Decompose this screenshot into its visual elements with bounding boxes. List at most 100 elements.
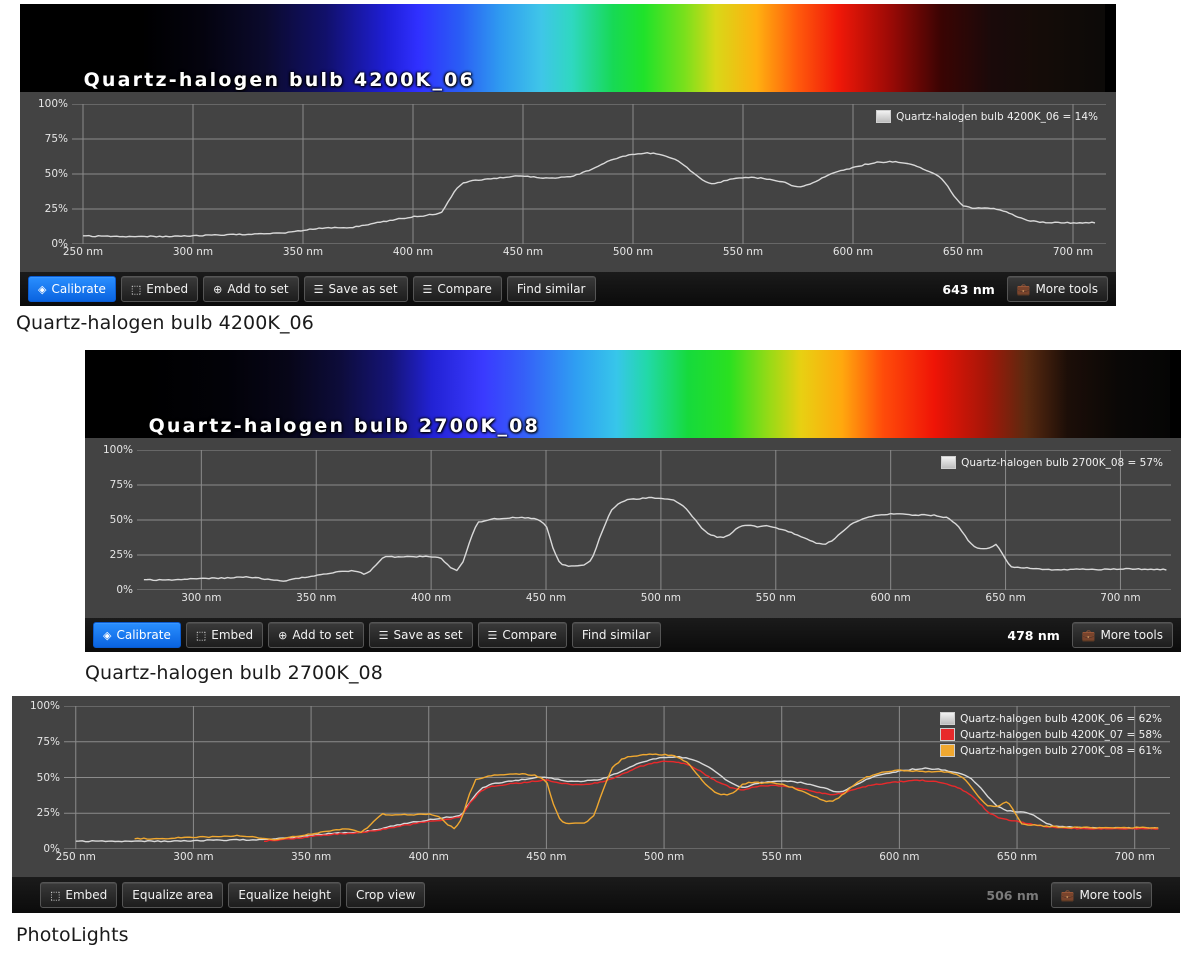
embed-icon: ⬚: [130, 282, 142, 296]
x-axis-tick-label: 400 nm: [410, 592, 452, 604]
chart-legend: Quartz-halogen bulb 4200K_06 = 62% Quartz…: [940, 712, 1162, 757]
toolbar-3: ⬚ Embed Equalize area Equalize height Crop v…: [12, 877, 1180, 913]
legend-label: Quartz-halogen bulb 4200K_07 = 58%: [960, 728, 1162, 741]
series-line: [134, 753, 1159, 841]
equalize-height-button[interactable]: Equalize height: [228, 882, 341, 908]
calibrate-icon: ◈: [38, 282, 47, 296]
y-axis-tick-label: 75%: [44, 133, 68, 145]
embed-button[interactable]: ⬚ Embed: [185, 622, 264, 648]
add-to-set-button[interactable]: ⊕ Add to set: [268, 622, 364, 648]
compare-icon: ☰: [422, 282, 433, 296]
x-axis-tick-label: 700 nm: [1052, 246, 1094, 258]
x-axis-tick-label: 250 nm: [62, 246, 104, 258]
spectrum-strip-2: Quartz-halogen bulb 2700K_08: [85, 350, 1181, 438]
legend-item[interactable]: Quartz-halogen bulb 4200K_06 = 14%: [876, 110, 1098, 123]
button-label: Embed: [146, 282, 189, 296]
equalize-area-button[interactable]: Equalize area: [122, 882, 224, 908]
chart-3[interactable]: 0% 25% 50% 75% 100% 250 nm 300 nm 350 nm 400 nm 4…: [12, 696, 1180, 877]
legend-label: Quartz-halogen bulb 4200K_06 = 14%: [896, 110, 1098, 123]
list-icon: ☰: [378, 628, 389, 642]
calibrate-button[interactable]: ◈ Calibrate: [28, 276, 116, 302]
legend-item[interactable]: Quartz-halogen bulb 4200K_06 = 62%: [940, 712, 1162, 725]
x-axis-tick-label: 450 nm: [502, 246, 544, 258]
x-axis-tick-label: 500 nm: [643, 851, 685, 863]
plus-circle-icon: ⊕: [278, 628, 288, 642]
chart-1[interactable]: 0% 25% 50% 75% 100% 250 nm 300 nm 350 nm 400 nm 4…: [20, 92, 1116, 272]
toolbar-1: ◈ Calibrate ⬚ Embed ⊕ Add to set ☰ Save as set ☰…: [20, 272, 1116, 306]
y-axis-tick-label: 25%: [36, 807, 60, 820]
x-axis-tick-label: 350 nm: [290, 851, 332, 863]
chart-2[interactable]: 0% 25% 50% 75% 100% 300 nm 350 nm 400 nm 450 nm 5…: [85, 438, 1181, 618]
y-axis-tick-label: 50%: [36, 771, 60, 784]
legend-label: Quartz-halogen bulb 2700K_08 = 61%: [960, 744, 1162, 757]
legend-swatch-icon: [940, 744, 956, 757]
plus-circle-icon: ⊕: [213, 282, 223, 296]
button-label: Find similar: [581, 628, 651, 642]
x-axis-tick-label: 700 nm: [1114, 851, 1155, 863]
panel-caption-1: Quartz-halogen bulb 4200K_06: [16, 312, 314, 334]
x-axis-tick-label: 650 nm: [942, 246, 984, 258]
button-label: More tools: [1100, 628, 1163, 642]
series-line: [82, 151, 1096, 238]
button-label: Calibrate: [51, 282, 106, 296]
legend-swatch-icon: [940, 728, 956, 741]
toolbox-icon: 💼: [1060, 888, 1075, 902]
legend-item[interactable]: Quartz-halogen bulb 2700K_08 = 57%: [941, 456, 1163, 469]
add-to-set-button[interactable]: ⊕ Add to set: [203, 276, 299, 302]
panel-caption-2: Quartz-halogen bulb 2700K_08: [85, 662, 383, 684]
toolbox-icon: 💼: [1016, 282, 1031, 296]
button-label: Compare: [437, 282, 492, 296]
embed-icon: ⬚: [195, 628, 207, 642]
find-similar-button[interactable]: Find similar: [506, 276, 596, 302]
x-axis-tick-label: 550 nm: [722, 246, 764, 258]
compare-button[interactable]: ☰ Compare: [477, 622, 567, 648]
embed-button[interactable]: ⬚ Embed: [120, 276, 199, 302]
spectrum-panel-2: Quartz-halogen bulb 2700K_08 0% 25% 50% 75%…: [85, 350, 1181, 652]
y-axis-tick-label: 25%: [44, 203, 68, 215]
x-axis-tick-label: 400 nm: [408, 851, 449, 863]
list-icon: ☰: [313, 282, 324, 296]
chart-legend: Quartz-halogen bulb 4200K_06 = 14%: [876, 110, 1098, 123]
button-label: Calibrate: [116, 628, 171, 642]
wavelength-readout: 506 nm: [986, 887, 1039, 903]
series-line: [264, 760, 1159, 842]
y-axis-tick-label: 75%: [109, 479, 133, 491]
more-tools-button[interactable]: 💼 More tools: [1050, 882, 1152, 908]
x-axis-tick-label: 650 nm: [985, 592, 1026, 604]
y-axis-tick-label: 25%: [109, 549, 133, 561]
x-axis-tick-label: 650 nm: [996, 851, 1038, 863]
spectrum-panel-1: Quartz-halogen bulb 4200K_06 0% 25% 50% 75%…: [20, 4, 1116, 306]
x-axis-tick-label: 700 nm: [1100, 592, 1141, 604]
button-label: Find similar: [516, 282, 586, 296]
chart-plot-area[interactable]: [72, 104, 1106, 244]
more-tools-button[interactable]: 💼 More tools: [1071, 622, 1173, 648]
x-axis-tick-label: 550 nm: [761, 851, 802, 863]
more-tools-button[interactable]: 💼 More tools: [1006, 276, 1108, 302]
y-axis-tick-label: 100%: [29, 700, 60, 712]
y-axis-tick-label: 50%: [44, 168, 68, 180]
x-axis-tick-label: 350 nm: [282, 246, 324, 258]
x-axis-tick-label: 600 nm: [879, 851, 920, 863]
crop-view-button[interactable]: Crop view: [345, 882, 426, 908]
legend-label: Quartz-halogen bulb 4200K_06 = 62%: [960, 712, 1162, 725]
compare-button[interactable]: ☰ Compare: [412, 276, 502, 302]
find-similar-button[interactable]: Find similar: [571, 622, 661, 648]
save-as-set-button[interactable]: ☰ Save as set: [368, 622, 473, 648]
legend-item[interactable]: Quartz-halogen bulb 2700K_08 = 61%: [940, 744, 1162, 757]
button-label: More tools: [1035, 282, 1098, 296]
calibrate-button[interactable]: ◈ Calibrate: [93, 622, 181, 648]
page-root: Quartz-halogen bulb 4200K_06 0% 25% 50% 75%…: [0, 0, 1200, 954]
x-axis-tick-label: 300 nm: [172, 246, 214, 258]
x-axis-tick-label: 500 nm: [612, 246, 654, 258]
chart-plot-area[interactable]: [137, 450, 1171, 590]
legend-swatch-icon: [876, 110, 892, 123]
button-label: Add to set: [227, 282, 289, 296]
button-label: Equalize height: [238, 888, 331, 902]
wavelength-readout: 478 nm: [1007, 627, 1060, 643]
legend-swatch-icon: [940, 712, 956, 725]
embed-button[interactable]: ⬚ Embed: [40, 882, 118, 908]
x-axis-tick-label: 250 nm: [55, 851, 96, 863]
legend-item[interactable]: Quartz-halogen bulb 4200K_07 = 58%: [940, 728, 1162, 741]
spectrum-strip-title-2: Quartz-halogen bulb 2700K_08: [148, 415, 540, 437]
save-as-set-button[interactable]: ☰ Save as set: [303, 276, 408, 302]
